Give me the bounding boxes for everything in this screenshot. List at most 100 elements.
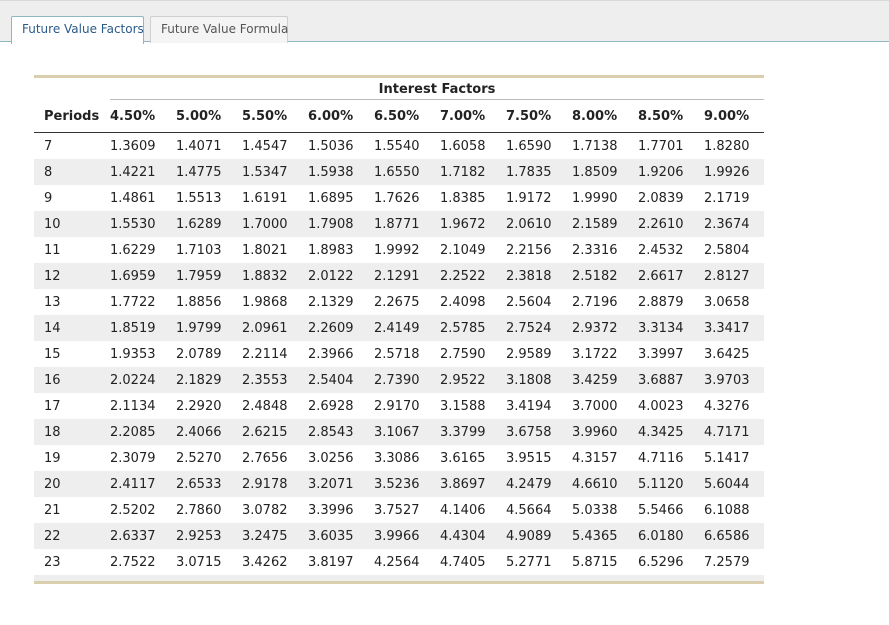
factor-cell: 1.9990 [572,190,618,206]
factor-cell: 3.6758 [506,419,572,445]
factor-cell: 2.2675 [374,294,420,310]
factor-cell: 2.2522 [440,263,506,289]
period-cell: 16 [34,367,110,393]
table-row: 19 2.3079 2.5270 2.7656 3.0256 3.3086 3.6165 3.… [34,445,764,471]
factor-cell: 2.0789 [176,346,222,362]
rate-header: 7.50% [506,100,572,133]
factor-cell: 1.6229 [110,242,156,258]
period-cell: 22 [34,523,110,549]
interest-factors-header: Interest Factors [110,82,765,100]
factor-cell: 1.4547 [242,138,288,154]
period-cell: 12 [34,263,110,289]
factor-cell: 1.9672 [440,211,506,237]
factor-cell: 3.7527 [374,502,420,518]
factor-cell: 1.4861 [110,190,156,206]
period-cell: 18 [34,419,110,445]
rate-header: 8.50% [638,100,704,133]
factor-cell: 1.6895 [308,190,354,206]
factor-cell: 3.0256 [308,450,354,466]
factor-cell: 2.0224 [110,367,176,393]
factor-cell: 3.5236 [374,471,440,497]
factor-cell: 2.1291 [374,263,440,289]
factor-cell: 3.3134 [638,315,704,341]
factor-cell: 2.8127 [704,263,765,289]
factor-cell: 2.0839 [638,190,684,206]
factor-cell: 1.7722 [110,294,156,310]
factor-cell: 4.2564 [374,554,420,570]
factor-cell: 2.1719 [704,190,750,206]
factor-cell: 1.7908 [308,211,374,237]
tab-future-value-formula[interactable]: Future Value Formula [150,16,288,43]
factor-cell: 3.0715 [176,554,222,570]
factor-cell: 2.4848 [242,398,288,414]
table-row: 22 2.6337 2.9253 3.2475 3.6035 3.9966 4.4304 4.… [34,523,765,549]
factor-cell: 1.6058 [440,138,486,154]
interest-factors-table: Interest Factors Periods 4.50% 5.00% 5.50%… [34,78,765,581]
factor-cell: 1.9172 [506,190,552,206]
factor-cell: 1.6191 [242,190,288,206]
factor-cell: 3.3086 [374,450,420,466]
factor-cell: 5.1417 [704,450,750,466]
factor-cell: 1.7626 [374,190,420,206]
factor-cell: 2.7524 [506,315,572,341]
period-cell: 23 [44,554,61,570]
factor-cell: 1.9206 [638,159,704,185]
factor-cell: 1.8856 [176,294,222,310]
period-cell: 10 [34,211,110,237]
factor-cell: 3.6165 [440,450,486,466]
table-row: 12 1.6959 1.7959 1.8832 2.0122 2.1291 2.2522 2.… [34,263,765,289]
table-row: 13 1.7722 1.8856 1.9868 2.1329 2.2675 2.4098 2.… [34,289,764,315]
period-cell: 19 [44,450,61,466]
factor-cell: 2.3553 [242,367,308,393]
factor-cell: 2.9589 [506,346,552,362]
factor-cell: 4.2479 [506,471,572,497]
factor-cell: 1.6959 [110,263,176,289]
rate-header: 4.50% [110,100,176,133]
rate-header: 9.00% [704,100,765,133]
factor-cell: 1.7000 [242,211,308,237]
factor-cell: 3.6887 [638,367,704,393]
table-row: 23 2.7522 3.0715 3.4262 3.8197 4.2564 4.7405 5.… [34,549,764,575]
period-cell: 15 [44,346,61,362]
factor-cell: 1.9353 [110,346,156,362]
factor-cell: 2.5718 [374,346,420,362]
table-row: 11 1.6229 1.7103 1.8021 1.8983 1.9992 2.1049 2.… [34,237,764,263]
factor-cell: 3.7000 [572,398,618,414]
factor-cell: 5.1120 [638,471,704,497]
table-row: 17 2.1134 2.2920 2.4848 2.6928 2.9170 3.1588 3.… [34,393,764,419]
rate-header: 5.50% [242,100,308,133]
factor-cell: 2.2610 [638,211,704,237]
table-row: 14 1.8519 1.9799 2.0961 2.2609 2.4149 2.5785 2.… [34,315,765,341]
factor-cell: 1.7182 [440,159,506,185]
factor-cell: 5.5466 [638,502,684,518]
factor-cell: 3.2071 [308,471,374,497]
rate-header: 8.00% [572,100,638,133]
periods-header: Periods [34,100,110,133]
factor-cell: 2.0122 [308,263,374,289]
factor-cell: 2.2920 [176,398,222,414]
rate-header: 6.00% [308,100,374,133]
factor-cell: 1.7103 [176,242,222,258]
factor-cell: 1.9926 [704,159,765,185]
factor-cell: 4.3157 [572,450,618,466]
factor-cell: 2.4098 [440,294,486,310]
factor-cell: 2.5804 [704,242,750,258]
factor-cell: 1.9799 [176,315,242,341]
factor-cell: 4.4304 [440,523,506,549]
factor-cell: 3.3996 [308,502,354,518]
rate-header: 6.50% [374,100,440,133]
factor-cell: 2.9170 [374,398,420,414]
factor-cell: 1.7701 [638,138,684,154]
factor-cell: 4.0023 [638,398,684,414]
factor-cell: 3.8197 [308,554,354,570]
factor-cell: 1.6289 [176,211,242,237]
factor-cell: 1.8983 [308,242,354,258]
factor-cell: 3.4194 [506,398,552,414]
table-row: 8 1.4221 1.4775 1.5347 1.5938 1.6550 1.7182 1.7… [34,159,765,185]
period-cell: 11 [44,242,61,258]
period-cell: 8 [34,159,110,185]
factor-cell: 4.1406 [440,502,486,518]
tab-future-value-factors[interactable]: Future Value Factors [11,16,144,44]
bottom-rule [34,581,764,584]
factor-cell: 2.3818 [506,263,572,289]
